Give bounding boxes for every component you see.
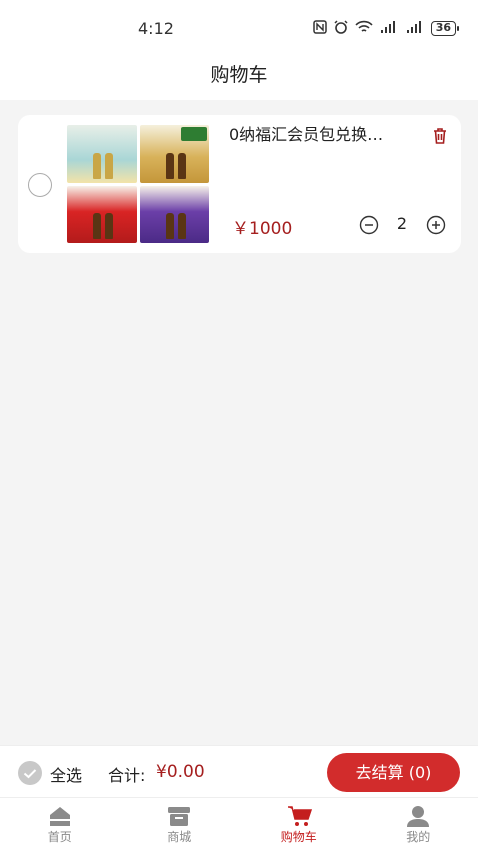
tab-mine-label: 我的 (406, 830, 431, 844)
status-time: 4:12 (138, 19, 174, 38)
nfc-icon (312, 20, 327, 37)
tab-store-label: 商城 (167, 830, 192, 844)
quantity-value: 2 (396, 214, 408, 233)
tab-mine[interactable]: 我的 (359, 798, 478, 850)
user-icon (407, 806, 430, 827)
tab-cart[interactable]: 购物车 (239, 798, 359, 850)
alarm-icon (333, 20, 349, 37)
home-icon (49, 807, 70, 826)
header: 购物车 (0, 56, 478, 100)
page-title: 购物车 (210, 64, 268, 86)
trash-icon[interactable] (430, 126, 450, 146)
product-name[interactable]: 0纳福汇会员包兑换… (229, 125, 414, 145)
battery-icon: 36 (430, 21, 460, 36)
status-bar: 4:12 36 (0, 0, 478, 56)
cart-icon (287, 806, 312, 826)
bottom-tab-bar: 首页 商城 购物车 我的 (0, 797, 478, 850)
select-all-checkbox[interactable] (18, 761, 42, 785)
product-image-tile (139, 185, 209, 243)
total-label: 合计: (108, 766, 146, 785)
quantity-stepper: 2 (359, 214, 449, 236)
signal-5g-icon (405, 20, 425, 37)
wifi-icon (355, 20, 373, 37)
status-icons: 36 (312, 20, 460, 37)
product-price: ￥1000 (232, 219, 293, 239)
product-image-tile (139, 125, 209, 183)
tab-home-label: 首页 (47, 830, 72, 844)
cart-footer: 全选 合计: ¥0.00 去结算 (0) (0, 745, 478, 797)
minus-circle-icon[interactable] (359, 215, 379, 235)
store-icon (168, 807, 191, 826)
tab-home[interactable]: 首页 (0, 798, 120, 850)
product-image-tile (67, 185, 137, 243)
signal-4g-icon (379, 20, 399, 37)
checkout-button[interactable]: 去结算 (0) (327, 753, 460, 792)
product-image-tile (67, 125, 137, 183)
product-image[interactable] (67, 125, 209, 243)
total-value: ¥0.00 (156, 762, 205, 782)
select-all-label[interactable]: 全选 (50, 762, 82, 786)
item-select-radio[interactable] (28, 173, 52, 197)
plus-circle-icon[interactable] (426, 215, 446, 235)
tab-cart-label: 购物车 (280, 830, 317, 844)
tab-store[interactable]: 商城 (120, 798, 240, 850)
cart-item[interactable]: 0纳福汇会员包兑换… ￥1000 2 (18, 115, 461, 253)
